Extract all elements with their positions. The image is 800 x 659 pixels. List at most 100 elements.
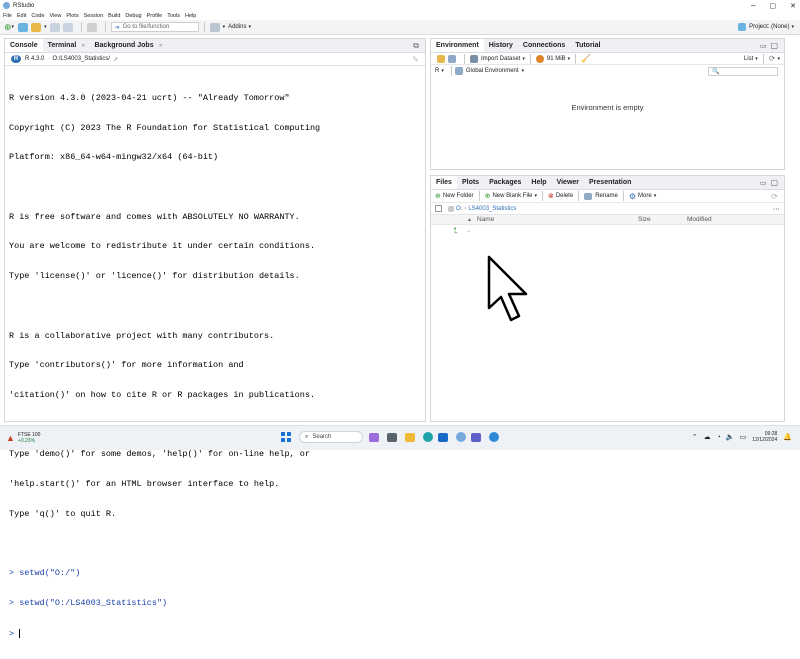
grid-layout-icon[interactable] (209, 22, 220, 32)
go-to-dir-icon[interactable]: ➚ (113, 56, 118, 63)
tab-viewer[interactable]: Viewer (552, 176, 584, 189)
menu-code[interactable]: Code (31, 13, 44, 19)
maximize-pane-icon[interactable]: ▢ (770, 178, 778, 187)
breadcrumb-root[interactable]: O: (456, 206, 462, 212)
maximize-pane-icon[interactable]: ▢ (770, 41, 778, 50)
column-size[interactable]: Size (638, 216, 651, 223)
copilot-icon[interactable] (369, 432, 379, 442)
close-icon[interactable]: ✕ (159, 43, 163, 49)
tab-tutorial[interactable]: Tutorial (570, 39, 605, 52)
menu-debug[interactable]: Debug (125, 13, 141, 19)
menu-help[interactable]: Help (185, 13, 196, 19)
memory-usage-label[interactable]: 91 MiB (547, 56, 566, 62)
minimize-pane-icon[interactable]: ▭ (760, 179, 767, 187)
addins-button[interactable]: Addins (228, 24, 246, 30)
breadcrumb-folder[interactable]: LS4003_Statistics (468, 206, 516, 212)
save-all-icon[interactable] (62, 22, 73, 32)
more-options-icon[interactable]: ⋯ (773, 205, 780, 213)
wifi-icon[interactable]: ◔ (717, 434, 721, 441)
broom-icon[interactable]: 🧹 (581, 54, 591, 63)
close-icon[interactable]: ✕ (81, 43, 85, 49)
notification-icon[interactable]: 🔔 (783, 433, 792, 441)
chevron-up-icon[interactable]: ⌃ (692, 433, 698, 441)
dropdown-caret-icon[interactable]: ▾ (791, 24, 794, 30)
open-icon[interactable] (437, 54, 445, 63)
close-icon[interactable]: ✕ (790, 2, 796, 10)
maximize-icon[interactable]: ▢ (770, 2, 777, 10)
file-row-parent[interactable]: ⮤ .. (431, 225, 784, 237)
clock-date[interactable]: 12/12/2024 (752, 437, 777, 443)
tab-connections[interactable]: Connections (518, 39, 570, 52)
tab-help[interactable]: Help (526, 176, 551, 189)
task-view-icon[interactable] (387, 432, 397, 442)
tab-background-jobs[interactable]: Background Jobs (89, 39, 158, 52)
menu-build[interactable]: Build (108, 13, 120, 19)
new-project-icon[interactable] (18, 22, 29, 32)
environment-scope-select[interactable]: Global Environment (466, 68, 519, 74)
menu-tools[interactable]: Tools (167, 13, 180, 19)
list-view-menu[interactable]: List (744, 56, 753, 62)
dropdown-caret-icon[interactable]: ▾ (777, 56, 780, 62)
windows-start-icon[interactable] (281, 432, 291, 442)
dropdown-caret-icon[interactable]: ▾ (755, 56, 758, 62)
open-file-icon[interactable] (31, 22, 42, 32)
select-all-checkbox[interactable] (435, 205, 442, 212)
language-select[interactable]: R (435, 68, 439, 74)
rstudio-taskbar-icon[interactable] (456, 432, 466, 442)
tab-presentation[interactable]: Presentation (584, 176, 636, 189)
environment-search-input[interactable]: 🔍 (708, 66, 778, 76)
print-icon[interactable] (86, 22, 97, 32)
cloud-icon[interactable]: ☁ (704, 433, 711, 441)
stock-widget[interactable]: ▲ FTSE 100 +0.23% (6, 432, 40, 444)
console-output[interactable]: R version 4.3.0 (2023-04-21 ucrt) -- "Al… (9, 74, 320, 659)
new-blank-file-button[interactable]: New Blank File (492, 193, 532, 199)
save-workspace-icon[interactable] (448, 54, 456, 63)
tab-environment[interactable]: Environment (431, 39, 484, 52)
clear-console-icon[interactable]: ✎ (412, 55, 419, 64)
pane-layout-icon[interactable]: ⧉ (413, 41, 419, 51)
app-icon[interactable] (489, 432, 499, 442)
rename-button[interactable]: Rename (595, 193, 618, 199)
column-name[interactable]: Name (477, 216, 494, 223)
battery-icon[interactable]: ▭ (740, 433, 747, 441)
tab-files[interactable]: Files (431, 176, 457, 189)
menu-plots[interactable]: Plots (66, 13, 78, 19)
edge-browser-icon[interactable] (423, 432, 433, 442)
refresh-icon[interactable]: ⟳ (769, 54, 776, 63)
menu-file[interactable]: File (3, 13, 12, 19)
console-prompt-line[interactable]: > (9, 628, 320, 640)
refresh-icon[interactable]: ⟳ (771, 192, 778, 201)
working-directory-link[interactable]: O:/LS4003_Statistics/ (52, 56, 110, 62)
dropdown-caret-icon[interactable]: ▾ (44, 24, 47, 30)
tab-packages[interactable]: Packages (484, 176, 526, 189)
dropdown-caret-icon[interactable]: ▾ (223, 24, 226, 30)
delete-button[interactable]: Delete (556, 193, 573, 199)
file-explorer-icon[interactable] (405, 432, 415, 442)
dropdown-caret-icon[interactable]: ▾ (534, 193, 537, 199)
menu-edit[interactable]: Edit (17, 13, 26, 19)
save-icon[interactable] (49, 22, 60, 32)
project-menu[interactable]: Project: (None) (749, 24, 789, 30)
dropdown-caret-icon[interactable]: ▾ (654, 193, 657, 199)
goto-file-input[interactable]: ➔ Go to file/function (110, 22, 199, 32)
parent-directory-link[interactable]: .. (467, 228, 470, 234)
teams-icon[interactable] (471, 432, 481, 442)
dropdown-caret-icon[interactable]: ▾ (441, 68, 444, 74)
menu-session[interactable]: Session (84, 13, 104, 19)
dropdown-caret-icon[interactable]: ▾ (248, 24, 251, 30)
dropdown-caret-icon[interactable]: ▾ (12, 24, 15, 30)
import-dataset-button[interactable]: Import Dataset (481, 56, 520, 62)
column-modified[interactable]: Modified (687, 216, 712, 223)
tab-history[interactable]: History (484, 39, 518, 52)
menu-view[interactable]: View (50, 13, 62, 19)
tab-plots[interactable]: Plots (457, 176, 484, 189)
dropdown-caret-icon[interactable]: ▾ (522, 68, 525, 74)
dropdown-caret-icon[interactable]: ▾ (568, 56, 571, 62)
menu-profile[interactable]: Profile (147, 13, 163, 19)
tab-terminal[interactable]: Terminal (43, 39, 82, 52)
taskbar-search-box[interactable]: ⌕ Search (299, 431, 363, 443)
new-file-icon[interactable]: ⊕ (4, 22, 12, 33)
new-folder-button[interactable]: New Folder (443, 193, 474, 199)
volume-icon[interactable]: 🔈 (726, 433, 735, 441)
dropdown-caret-icon[interactable]: ▾ (522, 56, 525, 62)
